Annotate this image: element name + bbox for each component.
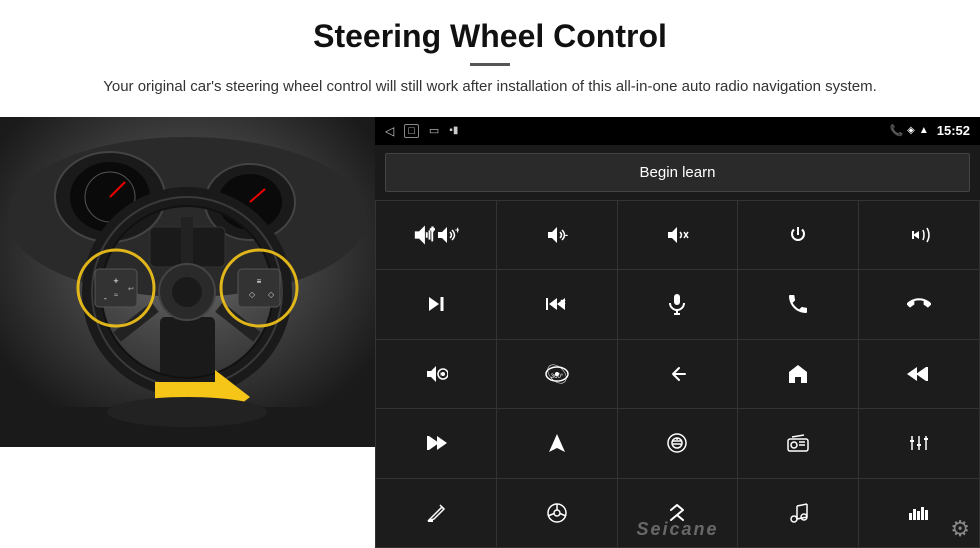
next-track-button[interactable] (376, 270, 496, 339)
360-icon: 360° (543, 362, 571, 386)
svg-text:+: + (455, 225, 459, 235)
mute-icon (665, 223, 689, 247)
svg-text:♪: ♪ (805, 511, 808, 517)
wifi-status-icon: ▲ (919, 125, 929, 136)
pen-icon (424, 501, 448, 525)
vol-up-icon: + (435, 223, 459, 247)
title-divider (470, 63, 510, 66)
steering-icon (545, 501, 569, 525)
ff-prev-button[interactable] (497, 270, 617, 339)
settings-gear-icon[interactable]: ⚙ (950, 516, 970, 542)
vol-down-icon: - (545, 223, 569, 247)
svg-text:+: + (113, 276, 118, 286)
status-left: ◁ □ ▭ ▪▮ (385, 124, 458, 138)
hang-up-button[interactable] (859, 270, 979, 339)
svg-text:◇: ◇ (268, 290, 275, 299)
page-wrapper: Steering Wheel Control Your original car… (0, 0, 980, 548)
nav-button[interactable] (497, 409, 617, 478)
status-bar: ◁ □ ▭ ▪▮ 📞 ◈ ▲ 15:52 (375, 117, 980, 145)
content-section: + ≈ - ↩ ≡ ◇ ◇ (0, 117, 980, 548)
pen-button[interactable] (376, 479, 496, 548)
time-display: 15:52 (937, 123, 970, 138)
home-button[interactable] (738, 340, 858, 409)
eject-icon (665, 431, 689, 455)
svg-text:-: - (104, 294, 107, 303)
eq-icon (907, 431, 931, 455)
home-icon (786, 362, 810, 386)
bluetooth-button[interactable] (618, 479, 738, 548)
svg-text:≡: ≡ (257, 277, 262, 286)
vol-down-button[interactable]: - (497, 201, 617, 270)
car-interior: + ≈ - ↩ ≡ ◇ ◇ (0, 117, 375, 447)
radio-icon (786, 431, 810, 455)
phone-prev-icon (905, 223, 933, 247)
steering-button[interactable] (497, 479, 617, 548)
radio-button[interactable] (738, 409, 858, 478)
speaker-icon (424, 362, 448, 386)
steering-wheel-svg: + ≈ - ↩ ≡ ◇ ◇ (0, 117, 375, 447)
signal-icon: ▪▮ (449, 125, 458, 136)
eject-button[interactable] (618, 409, 738, 478)
prev-chapter-icon (907, 362, 931, 386)
head-unit-panel: ◁ □ ▭ ▪▮ 📞 ◈ ▲ 15:52 Begin learn (375, 117, 980, 548)
speaker-button[interactable] (376, 340, 496, 409)
back-button[interactable] (618, 340, 738, 409)
svg-text:◇: ◇ (249, 290, 256, 299)
home-nav-icon[interactable]: □ (404, 124, 419, 138)
location-status-icon: ◈ (907, 125, 915, 136)
equalizer2-icon (907, 501, 931, 525)
back-nav-icon[interactable]: ◁ (385, 124, 394, 138)
header-section: Steering Wheel Control Your original car… (0, 0, 980, 109)
power-icon (786, 223, 810, 247)
phone-status-icon: 📞 (889, 124, 903, 137)
svg-text:≈: ≈ (114, 292, 118, 299)
head-unit-wrapper: ◁ □ ▭ ▪▮ 📞 ◈ ▲ 15:52 Begin learn (375, 117, 980, 548)
music-button[interactable]: ♪ (738, 479, 858, 548)
fast-fwd-icon (424, 431, 448, 455)
bluetooth-icon (665, 501, 689, 525)
phone-prev-button[interactable] (859, 201, 979, 270)
begin-learn-row: Begin learn (375, 145, 980, 200)
car-image-panel: + ≈ - ↩ ≡ ◇ ◇ (0, 117, 375, 447)
subtitle: Your original car's steering wheel contr… (100, 76, 880, 99)
svg-text:↩: ↩ (128, 286, 134, 293)
status-right: 📞 ◈ ▲ 15:52 (889, 123, 970, 138)
phone-call-button[interactable] (738, 270, 858, 339)
music-icon: ♪ (786, 501, 810, 525)
recent-nav-icon[interactable]: ▭ (429, 124, 439, 137)
ff-prev-icon (543, 292, 571, 316)
phone-call-icon (786, 292, 810, 316)
back-icon (665, 362, 689, 386)
prev-chapter-button[interactable] (859, 340, 979, 409)
hang-up-icon (907, 292, 931, 316)
nav-icon (545, 431, 569, 455)
begin-learn-button[interactable]: Begin learn (385, 153, 970, 192)
page-title: Steering Wheel Control (60, 18, 920, 55)
mute-button[interactable] (618, 201, 738, 270)
next-track-icon (424, 292, 448, 316)
mic-icon (665, 292, 689, 316)
eq-button[interactable] (859, 409, 979, 478)
svg-text:-: - (565, 230, 568, 240)
360-button[interactable]: 360° (497, 340, 617, 409)
vol-up-button[interactable]: + + (376, 201, 496, 270)
mic-button[interactable] (618, 270, 738, 339)
controls-grid: + + - (375, 200, 980, 548)
power-button[interactable] (738, 201, 858, 270)
fast-fwd-button[interactable] (376, 409, 496, 478)
